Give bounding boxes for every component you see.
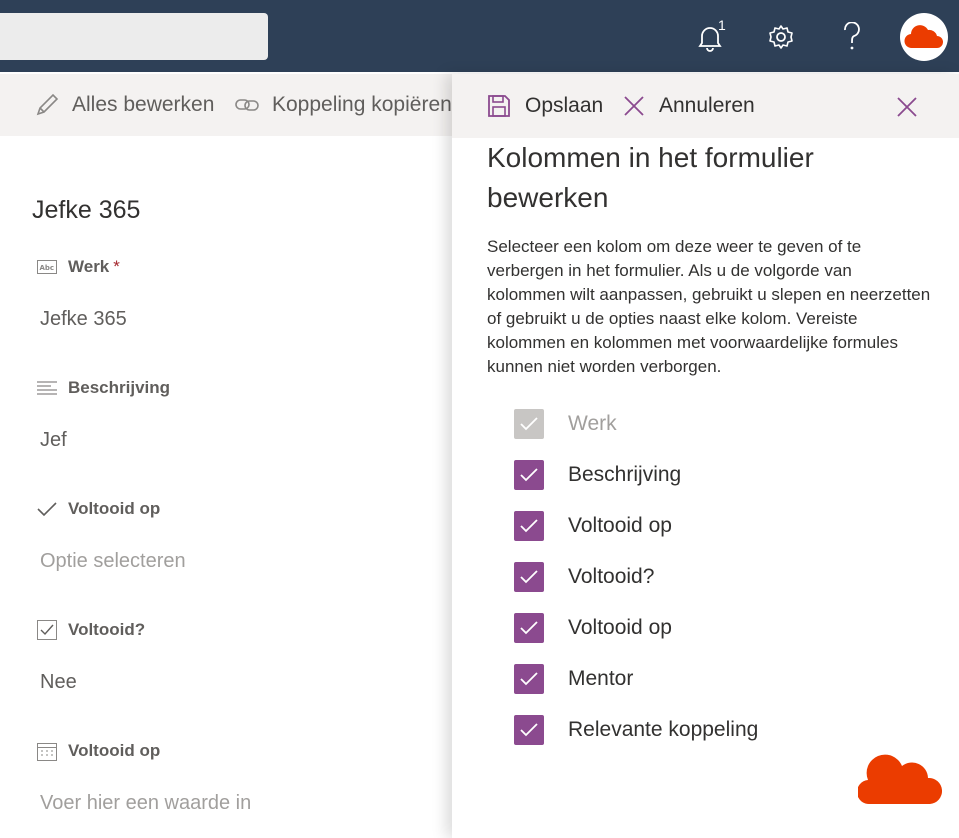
search-box[interactable]	[0, 13, 268, 60]
checkmark-icon	[36, 501, 58, 517]
copy-link-button[interactable]: Koppeling kopiëren	[234, 92, 452, 118]
panel-description: Selecteer een kolom om deze weer te geve…	[487, 237, 931, 376]
column-toggle-beschrijving[interactable]: Beschrijving	[514, 460, 681, 490]
gear-icon[interactable]	[763, 19, 799, 55]
copy-link-label: Koppeling kopiëren	[272, 93, 452, 116]
field-label-werk: Abc Werk *	[36, 257, 120, 277]
save-button[interactable]: Opslaan	[487, 94, 603, 118]
field-label-voltooid: Voltooid?	[36, 620, 145, 640]
edit-all-button[interactable]: Alles bewerken	[34, 92, 214, 118]
checkbox-checked[interactable]	[514, 664, 544, 694]
field-value-beschrijving[interactable]: Jef	[40, 429, 67, 452]
field-value-werk[interactable]: Jefke 365	[40, 308, 127, 331]
brand-logo	[904, 25, 943, 49]
edit-all-label: Alles bewerken	[72, 93, 215, 116]
brand-watermark	[856, 754, 943, 806]
field-value-voltooid-op-2[interactable]: Voer hier een waarde in	[40, 792, 251, 815]
checkbox-checked[interactable]	[514, 715, 544, 745]
account-avatar[interactable]	[900, 13, 948, 61]
column-toggle-voltooid-op[interactable]: Voltooid op	[514, 511, 672, 541]
column-toggle-voltooid[interactable]: Voltooid?	[514, 562, 654, 592]
pencil-icon	[36, 93, 59, 116]
checkbox-checked[interactable]	[514, 613, 544, 643]
field-value-voltooid[interactable]: Nee	[40, 671, 77, 694]
form-title: Jefke 365	[32, 196, 141, 224]
field-label-voltooid-op: Voltooid op	[36, 499, 160, 519]
multiline-text-icon	[36, 380, 58, 396]
save-label: Opslaan	[525, 94, 604, 117]
help-icon[interactable]	[836, 19, 868, 55]
checkbox-checked[interactable]	[514, 511, 544, 541]
field-label-voltooid-op-2: Voltooid op	[36, 741, 160, 761]
svg-text:Abc: Abc	[40, 264, 55, 272]
column-toggle-voltooid-op-2[interactable]: Voltooid op	[514, 613, 672, 643]
column-toggle-relevante-koppeling[interactable]: Relevante koppeling	[514, 715, 758, 745]
close-icon	[624, 96, 644, 116]
link-icon	[235, 99, 259, 111]
save-icon	[488, 95, 510, 117]
notification-count: 1	[718, 17, 726, 33]
cancel-label: Annuleren	[659, 94, 755, 117]
checkbox-checked[interactable]	[514, 460, 544, 490]
close-panel-icon[interactable]	[893, 93, 921, 121]
calendar-icon	[36, 741, 58, 761]
text-field-icon: Abc	[36, 260, 58, 274]
field-value-voltooid-op[interactable]: Optie selecteren	[40, 550, 186, 573]
panel-title: Kolommen in het formulier bewerken	[487, 142, 814, 213]
checkbox-checked[interactable]	[514, 562, 544, 592]
cancel-button[interactable]: Annuleren	[623, 94, 755, 118]
column-toggle-werk: Werk	[514, 409, 617, 439]
field-label-beschrijving: Beschrijving	[36, 378, 170, 398]
checkbox-disabled	[514, 409, 544, 439]
checkbox-icon	[36, 620, 58, 640]
column-toggle-mentor[interactable]: Mentor	[514, 664, 633, 694]
